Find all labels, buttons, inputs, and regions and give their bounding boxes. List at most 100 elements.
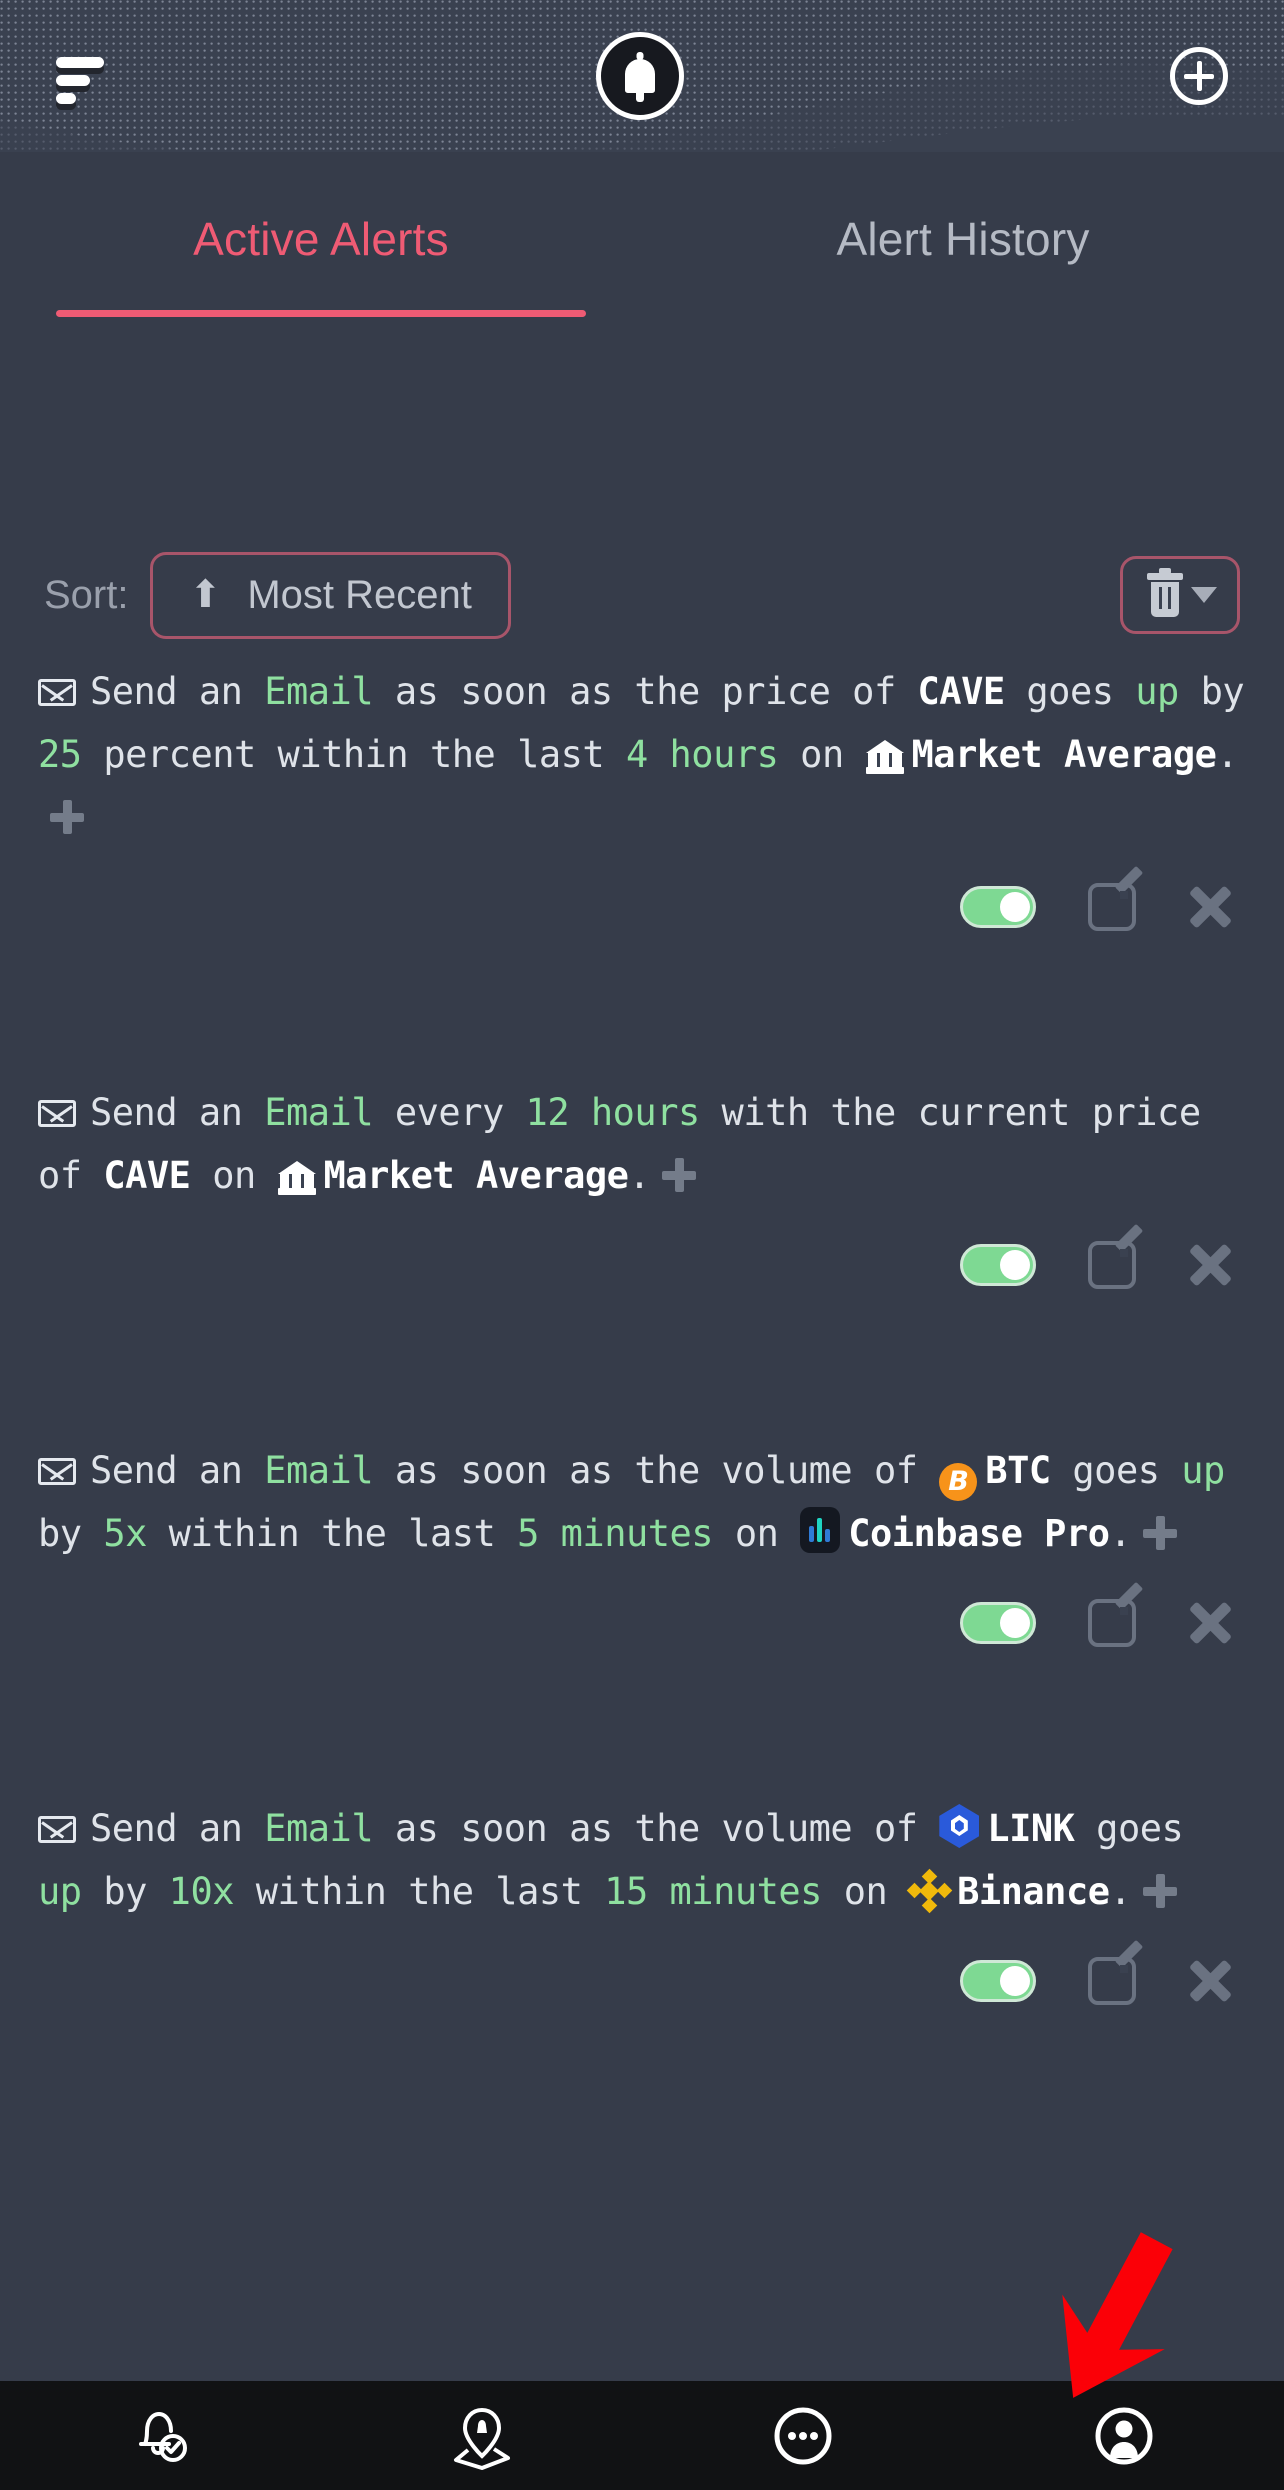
alert-value: 4 hours	[625, 733, 779, 776]
tab-alert-history-label: Alert History	[836, 213, 1090, 265]
alert-value: Email	[264, 670, 374, 713]
chevron-down-icon	[1191, 587, 1217, 603]
bulk-delete-dropdown[interactable]	[1120, 556, 1240, 634]
alert-value: 15 minutes	[604, 1870, 822, 1913]
envelope-icon	[38, 679, 76, 706]
add-condition-icon[interactable]	[662, 1158, 697, 1192]
alert-text-fragment: Send an	[90, 1449, 265, 1492]
alert-text-fragment: Send an	[90, 670, 265, 713]
alert-text-fragment: within the last	[146, 1512, 518, 1555]
alert-text-fragment: by	[38, 1512, 104, 1555]
alert-text-fragment: Send an	[90, 1091, 265, 1134]
alert-value: Email	[264, 1807, 374, 1850]
alert-enabled-toggle[interactable]	[960, 1602, 1036, 1644]
close-icon[interactable]	[1188, 1959, 1232, 2003]
bell-logo-icon	[596, 32, 684, 120]
bottom-navigation	[0, 2381, 1284, 2490]
alert-pin-icon	[453, 2407, 510, 2470]
alert-actions	[38, 883, 1246, 931]
alert-text-fragment: Send an	[90, 1807, 265, 1850]
alert-enabled-toggle[interactable]	[960, 886, 1036, 928]
alert-value: up	[38, 1870, 82, 1913]
alert-item: Send an Email as soon as the volume of B…	[0, 1439, 1284, 1647]
nav-item-more[interactable]	[642, 2400, 963, 2472]
coinbase-pro-icon	[800, 1507, 841, 1553]
close-icon[interactable]	[1188, 1243, 1232, 1287]
add-condition-icon[interactable]	[1143, 1874, 1178, 1908]
binance-icon	[906, 1868, 953, 1914]
alert-enabled-toggle[interactable]	[960, 1244, 1036, 1286]
edit-icon[interactable]	[1088, 1599, 1136, 1647]
sort-row: Sort: ⬆ Most Recent	[0, 540, 1284, 650]
alert-item: Send an Email as soon as the volume of L…	[0, 1797, 1284, 2005]
envelope-icon	[38, 1458, 76, 1485]
add-condition-icon[interactable]	[1143, 1516, 1178, 1550]
alert-text-fragment: percent within the last	[81, 733, 626, 776]
filter-menu-icon[interactable]	[56, 49, 110, 104]
envelope-icon	[38, 1100, 76, 1127]
alert-text-fragment: within the last	[234, 1870, 605, 1913]
app-header	[0, 0, 1284, 152]
edit-icon[interactable]	[1088, 1241, 1136, 1289]
alert-value: 5x	[103, 1512, 147, 1555]
alert-value: Email	[264, 1091, 374, 1134]
alert-text-fragment: .	[628, 1154, 651, 1197]
alert-enabled-toggle[interactable]	[960, 1960, 1036, 2002]
alert-value: 10x	[168, 1870, 235, 1913]
close-icon[interactable]	[1188, 885, 1232, 929]
alert-entity: LINK	[987, 1807, 1075, 1850]
alert-value: 12 hours	[525, 1091, 701, 1134]
alert-actions	[38, 1599, 1246, 1647]
alert-text-fragment: goes	[1004, 670, 1136, 713]
edit-icon[interactable]	[1088, 1957, 1136, 2005]
alert-text-fragment: on	[821, 1870, 910, 1913]
alert-value: up	[1181, 1449, 1225, 1492]
alert-actions	[38, 1957, 1246, 2005]
sort-label: Sort:	[44, 572, 129, 617]
tab-active-alerts[interactable]: Active Alerts	[0, 152, 642, 422]
alert-entity: CAVE	[917, 670, 1006, 713]
alert-text-fragment: as soon as the volume of	[373, 1449, 940, 1492]
alert-text-fragment: .	[1109, 1870, 1132, 1913]
close-icon[interactable]	[1188, 1601, 1232, 1645]
add-condition-icon[interactable]	[50, 800, 84, 834]
alert-item: Send an Email as soon as the price of CA…	[0, 660, 1284, 931]
nav-item-alerts[interactable]	[0, 2400, 321, 2472]
alert-description: Send an Email as soon as the price of CA…	[38, 660, 1246, 849]
trash-icon	[1147, 568, 1183, 617]
alert-text-fragment: on	[713, 1512, 801, 1555]
alert-value: 25	[38, 733, 82, 776]
alert-value: up	[1135, 670, 1179, 713]
edit-icon[interactable]	[1088, 883, 1136, 931]
sort-selected-value: Most Recent	[247, 572, 472, 617]
alert-list: Send an Email as soon as the price of CA…	[0, 660, 1284, 2005]
alert-text-fragment: on	[778, 733, 866, 776]
envelope-icon	[38, 1816, 76, 1843]
profile-icon	[1095, 2407, 1152, 2464]
more-dots-icon	[774, 2407, 831, 2464]
bitcoin-icon: B	[939, 1463, 978, 1501]
sort-dropdown[interactable]: ⬆ Most Recent	[150, 551, 511, 639]
nav-item-profile[interactable]	[963, 2400, 1284, 2472]
alert-item: Send an Email every 12 hours with the cu…	[0, 1081, 1284, 1289]
tab-active-indicator	[56, 310, 586, 317]
app-root: Active Alerts Alert History Sort: ⬆ Most…	[0, 0, 1284, 2490]
market-average-icon	[865, 740, 904, 774]
alert-value: 5 minutes	[517, 1512, 714, 1555]
alert-entity: Market Average	[911, 733, 1217, 776]
alert-text-fragment: goes	[1074, 1807, 1184, 1850]
alert-text-fragment: on	[190, 1154, 278, 1197]
alert-text-fragment: every	[373, 1091, 526, 1134]
alert-text-fragment: by	[1178, 670, 1245, 713]
nav-item-alert-pin[interactable]	[321, 2400, 642, 2472]
chainlink-icon	[939, 1804, 980, 1848]
alert-entity: Binance	[957, 1870, 1110, 1913]
sort-ascending-arrow-icon: ⬆	[189, 574, 222, 616]
alert-text-fragment: as soon as the volume of	[373, 1807, 940, 1850]
plus-circle-icon[interactable]	[1170, 47, 1228, 105]
alert-description: Send an Email every 12 hours with the cu…	[38, 1081, 1246, 1207]
alert-entity: BTC	[985, 1449, 1051, 1492]
tab-bar: Active Alerts Alert History	[0, 152, 1284, 422]
alert-text-fragment: as soon as the price of	[373, 670, 918, 713]
tab-alert-history[interactable]: Alert History	[642, 152, 1284, 422]
